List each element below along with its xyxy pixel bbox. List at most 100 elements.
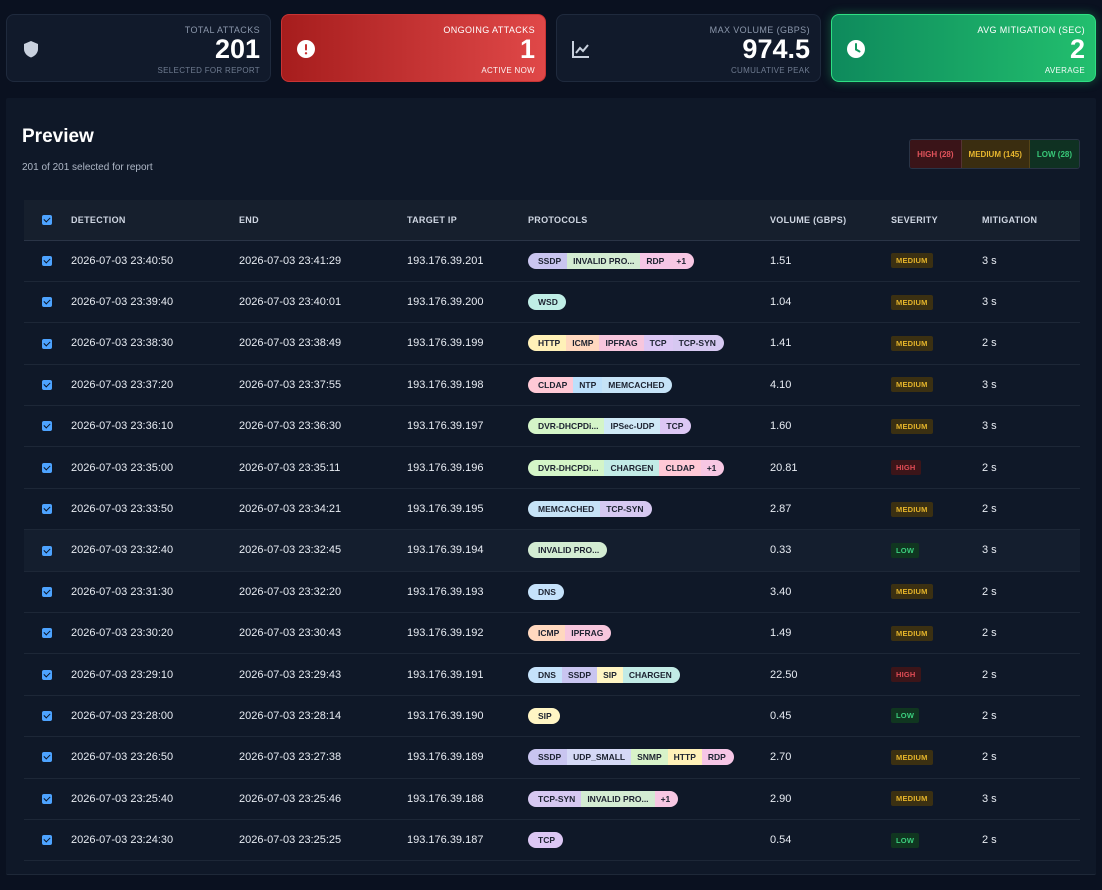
protocols-cell: SSDP UDP_SMALL SNMP HTTP RDP [527,737,769,778]
ongoing-attacks-value: 1 [519,34,535,64]
header-end[interactable]: END [238,200,406,241]
severity-badge: LOW [891,542,920,558]
mitigation-cell: 2 s [982,834,997,847]
detection-cell: 2026-07-03 23:39:40 [71,296,174,309]
table-row[interactable]: 2026-07-03 23:40:50 2026-07-03 23:41:29 19… [24,240,1080,282]
protocol-pill-group: CLDAP NTP MEMCACHED [528,376,673,393]
protocols-cell: TCP [527,819,769,860]
clock-icon [847,40,865,58]
row-checkbox[interactable] [24,447,70,488]
table-row[interactable]: 2026-07-03 23:39:40 2026-07-03 23:40:01 19… [24,281,1080,323]
volume-cell: 1.60 [770,420,792,433]
row-checkbox[interactable] [24,613,70,654]
protocol-pill: CLDAP [528,376,574,393]
avg-mitigation-value: 2 [1069,34,1085,64]
row-checkbox[interactable] [24,778,70,819]
checkbox-icon [42,835,52,846]
table-row[interactable]: 2026-07-03 23:37:20 2026-07-03 23:37:55 19… [24,364,1080,406]
severity-legend-high[interactable]: HIGH (28) [910,140,962,168]
table-row[interactable]: 2026-07-03 23:29:10 2026-07-03 23:29:43 19… [24,654,1080,696]
table-row[interactable]: 2026-07-03 23:38:30 2026-07-03 23:38:49 19… [24,323,1080,365]
header-protocols[interactable]: PROTOCOLS [527,200,769,241]
preview-title: Preview [22,126,94,147]
protocol-pill: TCP-SYN [600,501,652,518]
detection-cell: 2026-07-03 23:26:50 [71,751,174,764]
table-row[interactable]: 2026-07-03 23:36:10 2026-07-03 23:36:30 19… [24,406,1080,447]
severity-badge: MEDIUM [891,335,933,351]
checkbox-icon [42,628,52,639]
row-checkbox[interactable] [24,281,70,322]
protocols-cell: INVALID PRO... [527,530,769,571]
protocol-pill-group: HTTP ICMP IPFRAG TCP TCP-SYN [528,335,724,352]
row-checkbox[interactable] [24,571,70,612]
end-cell: 2026-07-03 23:40:01 [239,296,342,309]
table-row[interactable]: 2026-07-03 23:33:50 2026-07-03 23:34:21 19… [24,488,1080,530]
table-row[interactable]: 2026-07-03 23:25:40 2026-07-03 23:25:46 19… [24,778,1080,820]
protocol-pill-group: WSD [528,294,566,311]
row-checkbox[interactable] [24,240,70,281]
severity-cell: LOW [890,819,981,860]
header-detection[interactable]: DETECTION [70,200,238,241]
protocol-pill-group: SSDP UDP_SMALL SNMP HTTP RDP [528,749,734,766]
protocol-pill: SSDP [528,252,568,269]
header-volume[interactable]: VOLUME (GBPS) [769,200,890,241]
preview-panel: Preview 201 of 201 selected for report H… [6,98,1096,875]
protocols-cell: ICMP IPFRAG [527,613,769,654]
row-checkbox[interactable] [24,488,70,529]
volume-cell: 2.70 [770,751,792,764]
protocol-pill: INVALID PRO... [567,252,641,269]
table-row[interactable]: 2026-07-03 23:32:40 2026-07-03 23:32:45 19… [24,529,1080,572]
volume-cell: 0.45 [770,709,792,722]
row-checkbox[interactable] [24,364,70,405]
table-row[interactable]: 2026-07-03 23:31:30 2026-07-03 23:32:20 19… [24,571,1080,613]
shield-icon [24,41,38,58]
volume-cell: 3.40 [770,585,792,598]
protocol-pill: IPSec-UDP [604,418,661,435]
checkbox-icon [42,711,52,722]
detection-cell: 2026-07-03 23:40:50 [71,254,174,267]
row-checkbox[interactable] [24,737,70,778]
header-severity[interactable]: SEVERITY [890,200,981,241]
end-cell: 2026-07-03 23:35:11 [239,461,341,474]
protocols-cell: HTTP ICMP IPFRAG TCP TCP-SYN [527,323,769,364]
row-checkbox[interactable] [24,819,70,860]
volume-cell: 0.54 [770,834,792,847]
protocol-pill-group: DNS SSDP SIP CHARGEN [528,666,680,683]
protocol-pill: +1 [654,790,679,807]
protocol-pill: WSD [528,294,566,311]
checkbox-icon [42,793,52,804]
target-ip-cell: 193.176.39.198 [407,378,484,391]
end-cell: 2026-07-03 23:30:43 [239,627,342,640]
severity-cell: MEDIUM [890,406,981,447]
volume-cell: 2.90 [770,792,792,805]
table-row[interactable]: 2026-07-03 23:30:20 2026-07-03 23:30:43 19… [24,613,1080,654]
table-row[interactable]: 2026-07-03 23:24:30 2026-07-03 23:25:25 19… [24,819,1080,861]
row-checkbox[interactable] [24,530,70,571]
severity-legend-low[interactable]: LOW (28) [1029,140,1079,168]
select-all-checkbox[interactable] [24,200,70,241]
detection-cell: 2026-07-03 23:24:30 [71,834,174,847]
table-row[interactable]: 2026-07-03 23:28:00 2026-07-03 23:28:14 19… [24,695,1080,737]
row-checkbox[interactable] [24,654,70,695]
severity-legend-medium[interactable]: MEDIUM (145) [961,140,1030,168]
table-row[interactable]: 2026-07-03 23:35:00 2026-07-03 23:35:11 19… [24,447,1080,489]
row-checkbox[interactable] [24,406,70,447]
protocol-pill: INVALID PRO... [581,790,655,807]
protocol-pill: CLDAP [659,459,701,476]
chart-line-icon [572,41,589,58]
header-mitigation[interactable]: MITIGATION [981,200,1080,241]
table-row[interactable]: 2026-07-03 23:26:50 2026-07-03 23:27:38 19… [24,737,1080,779]
protocol-pill: SSDP [561,666,598,683]
protocol-pill: MEMCACHED [602,376,673,393]
protocol-pill-group: ICMP IPFRAG [528,625,612,642]
table-body: 2026-07-03 23:40:50 2026-07-03 23:41:29 19… [24,240,1080,861]
row-checkbox[interactable] [24,323,70,364]
mitigation-cell: 2 s [982,751,997,764]
checkbox-icon [42,586,52,597]
protocol-pill: MEMCACHED [528,501,601,518]
row-checkbox[interactable] [24,695,70,736]
detection-cell: 2026-07-03 23:25:40 [71,792,174,805]
checkbox-icon [42,338,52,349]
header-target-ip[interactable]: TARGET IP [406,200,527,241]
volume-cell: 1.41 [770,337,792,350]
